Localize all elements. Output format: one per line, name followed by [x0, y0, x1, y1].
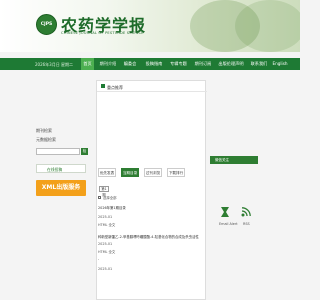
article-date: 2025-01: [98, 267, 113, 271]
nav-contact[interactable]: 联系我们: [249, 58, 269, 70]
main-nav: 2026年3月日 星期二 首页 期刊介绍 编委会 投稿指南 专辑专题 期刊订阅 …: [0, 58, 300, 70]
article-date: 2025-01: [98, 242, 113, 246]
journal-subtitle: CHINESE JOURNAL OF PESTICIDE SCIENCE: [61, 31, 144, 35]
nav-home[interactable]: 首页: [81, 58, 94, 70]
nav-special-issues[interactable]: 专辑专题: [167, 58, 190, 70]
tab-current-issue[interactable]: 当期目录: [121, 168, 139, 177]
metadata-search-label[interactable]: 元数据检索: [36, 137, 56, 143]
journal-search-label: 期刊检索: [36, 128, 52, 133]
tab-archive[interactable]: 过刊浏览: [144, 168, 162, 177]
list-icon: [101, 84, 105, 88]
issue-title: 2026年第1期目录: [98, 206, 126, 210]
wechat-title: 微信关注: [215, 158, 229, 162]
xml-service-banner[interactable]: XML出版服务: [36, 180, 86, 196]
email-icon[interactable]: [219, 206, 231, 218]
article-title[interactable]: 种新型新疆乙-2-甲基腺嘌呤硼酸酯-4-羟基化合物的合成及杀虫活性: [98, 234, 199, 239]
panel-title: 重点推荐: [107, 84, 123, 90]
nav-english[interactable]: English: [270, 58, 290, 70]
article-tabs: 优先发表 当期目录 过刊浏览 下载排行: [97, 168, 207, 178]
panel-header: 重点推荐: [97, 81, 207, 92]
issue-chip[interactable]: 第1期: [99, 186, 109, 197]
nav-editorial-board[interactable]: 编委会: [121, 58, 139, 70]
journal-logo[interactable]: CJPS: [36, 14, 57, 35]
wechat-header: 微信关注: [210, 156, 258, 164]
nav-date: 2026年3月日 星期二: [35, 61, 73, 67]
tab-early-access[interactable]: 优先发表: [98, 168, 116, 177]
article-meta[interactable]: HTML 全文: [98, 222, 115, 227]
article-meta[interactable]: HTML 全文: [98, 249, 115, 254]
tab-downloads[interactable]: 下载排行: [167, 168, 185, 177]
recommended-panel: 重点推荐 优先发表 当期目录 过刊浏览 下载排行 第1期 选择全部 2026年第…: [96, 80, 207, 300]
select-all-checkbox[interactable]: [98, 196, 101, 199]
nav-subscribe[interactable]: 期刊订阅: [191, 58, 215, 70]
nav-ethics[interactable]: 出版伦理声明: [216, 58, 246, 70]
submission-label: 在线投稿: [47, 167, 63, 172]
nav-about[interactable]: 期刊介绍: [96, 58, 120, 70]
header-banner: CJPS 农药学学报 CHINESE JOURNAL OF PESTICIDE …: [0, 0, 300, 52]
search-button[interactable]: 检: [81, 148, 88, 155]
article-date: 2025-01: [98, 215, 113, 219]
select-all-label[interactable]: 选择全部: [103, 195, 117, 200]
nav-author-guide[interactable]: 投稿指南: [142, 58, 166, 70]
rss-icon[interactable]: [240, 206, 252, 218]
rss-label[interactable]: RSS: [243, 222, 250, 226]
online-submission-link[interactable]: 在线投稿: [36, 164, 86, 173]
article-title[interactable]: ʹ: [98, 259, 99, 263]
search-input[interactable]: [36, 148, 80, 155]
banner-decoration: [235, 0, 300, 52]
email-alert-label[interactable]: Email Alert: [219, 222, 238, 226]
